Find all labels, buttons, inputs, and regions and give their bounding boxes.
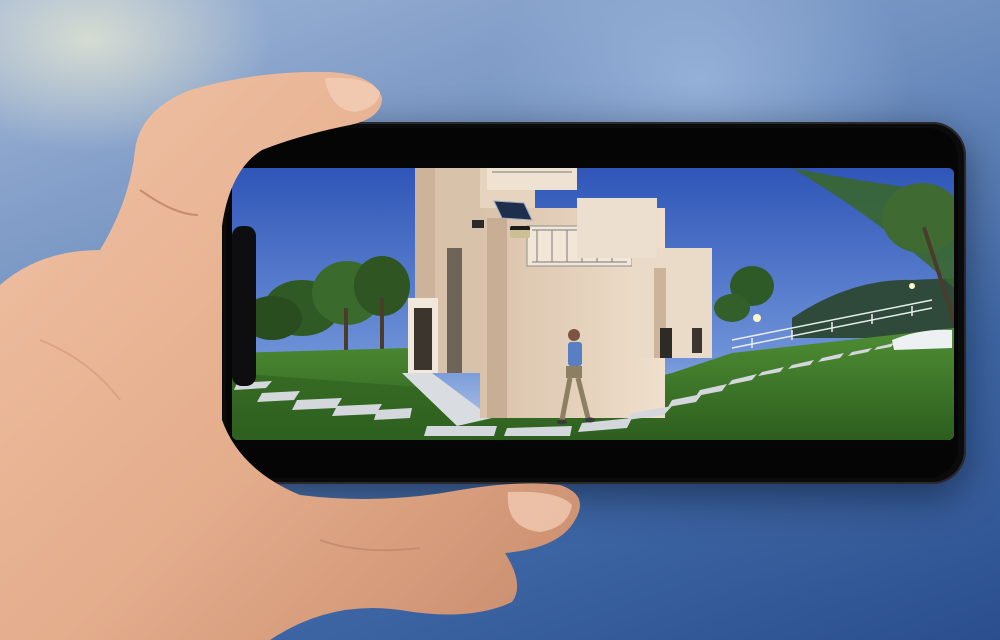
garden-light xyxy=(753,314,761,322)
camera-notch xyxy=(232,226,256,386)
security-camera-view xyxy=(232,168,954,440)
garden-light xyxy=(909,283,915,289)
phone-screen[interactable] xyxy=(232,168,954,440)
